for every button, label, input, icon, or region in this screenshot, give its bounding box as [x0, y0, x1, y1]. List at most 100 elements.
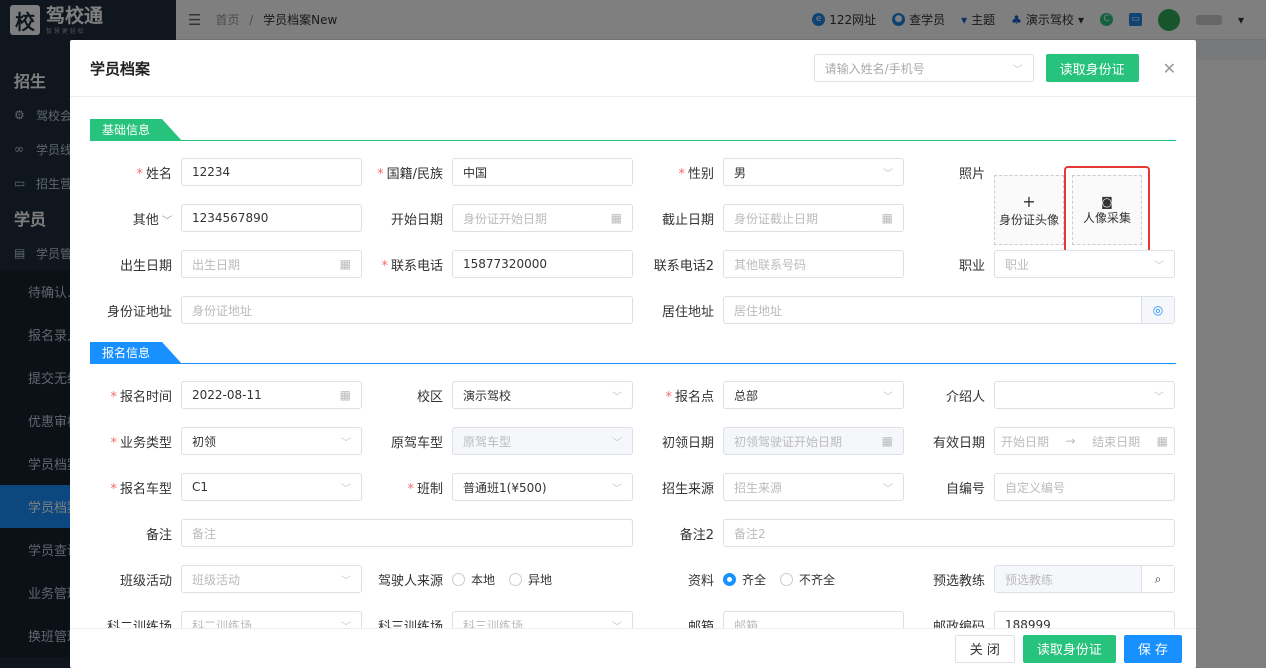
field-remark2: 备注2 备注2 [633, 519, 1175, 547]
name-input[interactable]: 12234 [181, 158, 362, 186]
phone2-input[interactable]: 其他联系号码 [723, 250, 904, 278]
chevron-down-icon: ﹀ [341, 483, 351, 495]
save-button[interactable]: 保 存 [1123, 634, 1182, 663]
valid-date-range[interactable]: 开始日期 → 结束日期 ▦ [994, 427, 1175, 455]
phone-input[interactable]: 15877320000 [452, 250, 633, 278]
footer-read-id-button[interactable]: 读取身份证 [1022, 634, 1116, 663]
field-gender: * 性别 男 ﹀ [633, 158, 904, 186]
orig-car-select[interactable]: 原驾车型 ﹀ [452, 427, 633, 455]
campus-select[interactable]: 演示驾校 ﹀ [452, 381, 633, 409]
class-select[interactable]: 普通班1(¥500) ﹀ [452, 473, 633, 501]
field-remark: 备注 备注 [90, 519, 633, 547]
field-birth: 出生日期 出生日期 ▦ [90, 250, 362, 278]
self-no-input[interactable]: 自定义编号 [994, 473, 1175, 501]
signup-date-picker[interactable]: 2022-08-11 ▦ [181, 381, 362, 409]
radio-incomplete[interactable]: 不齐全 [780, 571, 835, 588]
plus-icon: + [1022, 192, 1036, 211]
chevron-down-icon[interactable]: ﹀ [159, 216, 172, 227]
field-name: * 姓名 12234 [90, 158, 362, 186]
field-signup-point: * 报名点 总部 ﹀ [633, 381, 904, 409]
field-source: 招生来源 招生来源 ﹀ [633, 473, 904, 501]
field-driver-source: 驾驶人来源 本地 异地 [377, 571, 553, 589]
calendar-icon: ▦ [339, 257, 351, 271]
field-class: * 班制 普通班1(¥500) ﹀ [362, 473, 633, 501]
modal-footer: 关 闭 读取身份证 保 存 [70, 628, 1196, 668]
highlight-box [1064, 166, 1150, 253]
remark-input[interactable]: 备注 [181, 519, 633, 547]
radio-local[interactable]: 本地 [452, 571, 495, 588]
coach-input[interactable]: 预选教练 ⌕ [994, 565, 1175, 593]
field-id-address: 身份证地址 身份证地址 [90, 296, 633, 324]
radio-nonlocal[interactable]: 异地 [509, 571, 552, 588]
id-address-input[interactable]: 身份证地址 [181, 296, 633, 324]
field-referrer: 介绍人 ﹀ [904, 381, 1175, 409]
class-activity-select[interactable]: 班级活动 ﹀ [181, 565, 362, 593]
chevron-down-icon: ﹀ [883, 168, 893, 180]
field-class-activity: 班级活动 班级活动 ﹀ [90, 565, 362, 593]
calendar-icon: ▦ [1156, 434, 1168, 448]
field-photo: 照片 [958, 166, 985, 182]
chevron-down-icon: ﹀ [883, 391, 893, 403]
field-coach: 预选教练 预选教练 ⌕ [904, 565, 1175, 593]
field-material: 资料 齐全 不齐全 [687, 571, 836, 589]
field-car-type: * 报名车型 C1 ﹀ [90, 473, 362, 501]
chevron-down-icon: ﹀ [612, 483, 622, 495]
signup-point-select[interactable]: 总部 ﹀ [723, 381, 904, 409]
first-date-picker[interactable]: 初领驾驶证开始日期 ▦ [723, 427, 904, 455]
field-orig-car: 原驾车型 原驾车型 ﹀ [362, 427, 633, 455]
field-phone2: 联系电话2 其他联系号码 [633, 250, 904, 278]
student-profile-modal: 学员档案 请输入姓名/手机号 ﹀ 读取身份证 ✕ 基础信息 * 姓名 12234 *… [70, 40, 1196, 668]
chevron-down-icon: ﹀ [1012, 64, 1023, 76]
field-nationality: * 国籍/民族 中国 [362, 158, 633, 186]
chevron-down-icon: ﹀ [1154, 391, 1164, 403]
field-valid-date: 有效日期 开始日期 → 结束日期 ▦ [904, 427, 1175, 455]
end-date-picker[interactable]: 身份证截止日期 ▦ [723, 204, 904, 232]
job-select[interactable]: 职业 ﹀ [994, 250, 1175, 278]
modal-header: 学员档案 请输入姓名/手机号 ﹀ 读取身份证 ✕ [70, 40, 1196, 97]
start-date-picker[interactable]: 身份证开始日期 ▦ [452, 204, 633, 232]
section-basic-info: 基础信息 [90, 119, 1176, 141]
nationality-input[interactable]: 中国 [452, 158, 633, 186]
close-button[interactable]: 关 闭 [954, 634, 1015, 663]
field-biz-type: * 业务类型 初领 ﹀ [90, 427, 362, 455]
source-select[interactable]: 招生来源 ﹀ [723, 473, 904, 501]
calendar-icon: ▦ [881, 434, 893, 448]
search-icon[interactable]: ⌕ [1141, 566, 1174, 592]
field-phone: * 联系电话 15877320000 [362, 250, 633, 278]
id-photo-upload[interactable]: + 身份证头像 [994, 175, 1064, 245]
field-first-date: 初领日期 初领驾驶证开始日期 ▦ [633, 427, 904, 455]
chevron-down-icon: ﹀ [883, 483, 893, 495]
live-address-input[interactable]: 居住地址 ◎ [723, 296, 1175, 324]
section-signup-info: 报名信息 [90, 342, 1176, 364]
biz-type-select[interactable]: 初领 ﹀ [181, 427, 362, 455]
field-self-no: 自编号 自定义编号 [904, 473, 1175, 501]
field-signup-time: * 报名时间 2022-08-11 ▦ [90, 381, 362, 409]
field-campus: 校区 演示驾校 ﹀ [362, 381, 633, 409]
modal-search-select[interactable]: 请输入姓名/手机号 ﹀ [813, 54, 1034, 82]
calendar-icon: ▦ [881, 211, 893, 225]
gender-select[interactable]: 男 ﹀ [723, 158, 904, 186]
remark2-input[interactable]: 备注2 [723, 519, 1175, 547]
modal-body: 基础信息 * 姓名 12234 * 国籍/民族 中国 * 性别 男 ﹀ 照片 + 身份证… [70, 97, 1196, 668]
field-live-address: 居住地址 居住地址 ◎ [633, 296, 1175, 324]
section-signup-tag: 报名信息 [90, 342, 182, 364]
birth-date-picker[interactable]: 出生日期 ▦ [181, 250, 362, 278]
field-start-date: 开始日期 身份证开始日期 ▦ [362, 204, 633, 232]
chevron-down-icon: ﹀ [341, 575, 351, 587]
car-type-select[interactable]: C1 ﹀ [181, 473, 362, 501]
radio-complete[interactable]: 齐全 [723, 571, 766, 588]
location-icon[interactable]: ◎ [1141, 297, 1174, 323]
chevron-down-icon: ﹀ [612, 391, 622, 403]
calendar-icon: ▦ [610, 211, 622, 225]
read-id-card-button[interactable]: 读取身份证 [1045, 54, 1139, 82]
other-input[interactable]: 1234567890 [181, 204, 362, 232]
referrer-select[interactable]: ﹀ [994, 381, 1175, 409]
modal-title: 学员档案 [90, 59, 151, 78]
field-end-date: 截止日期 身份证截止日期 ▦ [633, 204, 904, 232]
chevron-down-icon: ﹀ [612, 437, 622, 449]
calendar-icon: ▦ [339, 388, 351, 402]
chevron-down-icon: ﹀ [1154, 260, 1164, 272]
field-job: 职业 职业 ﹀ [904, 250, 1175, 278]
close-icon[interactable]: ✕ [1163, 59, 1176, 78]
field-other: 其他 ﹀ 1234567890 [90, 204, 362, 232]
